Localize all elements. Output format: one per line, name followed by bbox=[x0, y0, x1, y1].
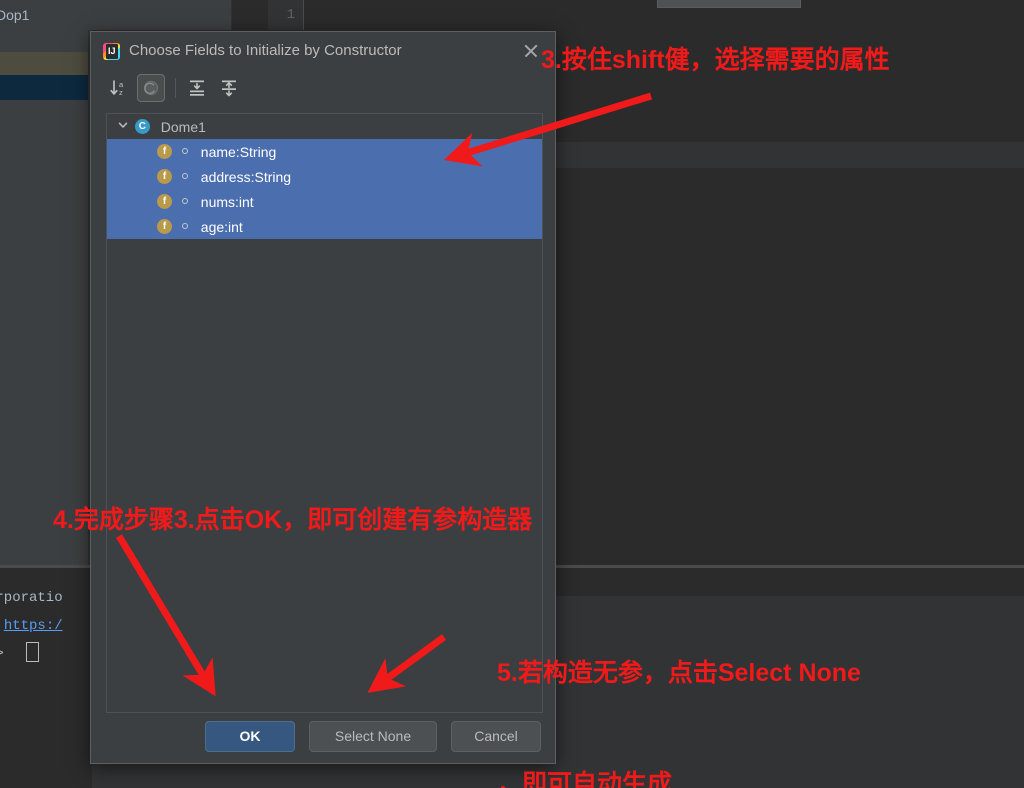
screen: Dop1 1 public class Dome1 { bbox=[0, 0, 1024, 788]
editor-tab-bar: Dop1 1 public class Dome1 { bbox=[0, 0, 1024, 53]
terminal-prompt: 1> bbox=[0, 646, 4, 662]
tree-row-field-nums[interactable]: f nums:int bbox=[107, 189, 542, 214]
line-number: 1 bbox=[286, 7, 295, 23]
choose-fields-dialog: Choose Fields to Initialize by Construct… bbox=[90, 31, 556, 764]
ok-button[interactable]: OK bbox=[205, 721, 295, 752]
field-icon: f bbox=[157, 193, 172, 209]
terminal-panel[interactable]: orporatio l https:/ 1> bbox=[0, 568, 92, 788]
editor-gutter: 1 bbox=[268, 0, 304, 30]
annotation-step-5-line-1: 5.若构造无参，点击Select None bbox=[497, 659, 861, 687]
class-icon: C bbox=[134, 118, 150, 134]
dialog-footer: OK Select None Cancel bbox=[91, 711, 555, 763]
annotation-step-5: 5.若构造无参，点击Select None ，即可自动生成 bbox=[497, 581, 861, 788]
visibility-icon bbox=[181, 223, 188, 229]
editor-tab-label: Dop1 bbox=[0, 7, 30, 23]
field-label: age:int bbox=[200, 218, 243, 235]
annotation-step-4: 4.完成步骤3.点击OK，即可创建有参构造器 bbox=[53, 506, 533, 534]
toolbar-separator bbox=[175, 78, 176, 98]
collapse-all-button[interactable] bbox=[215, 74, 243, 102]
dialog-title-bar[interactable]: Choose Fields to Initialize by Construct… bbox=[91, 32, 555, 70]
editor-tab[interactable]: Dop1 bbox=[0, 0, 232, 30]
tree-root-label: Dome1 bbox=[160, 118, 206, 135]
project-tool-window[interactable] bbox=[0, 30, 92, 565]
field-label: nums:int bbox=[200, 193, 254, 210]
annotation-step-5-line-2: ，即可自动生成 bbox=[497, 770, 673, 788]
tree-row-field-name[interactable]: f name:String bbox=[107, 139, 542, 164]
project-tree-row-highlighted[interactable] bbox=[0, 52, 92, 75]
project-tree-row-selected[interactable] bbox=[0, 75, 92, 100]
tree-row-class-dome1[interactable]: C Dome1 bbox=[107, 114, 542, 139]
field-icon: f bbox=[157, 143, 172, 159]
chevron-down-icon[interactable] bbox=[117, 112, 131, 137]
terminal-line-2: l https:/ bbox=[0, 618, 63, 634]
field-label: name:String bbox=[200, 143, 277, 160]
intellij-idea-icon bbox=[103, 43, 120, 60]
visibility-icon bbox=[181, 148, 188, 154]
terminal-url-link[interactable]: https:/ bbox=[4, 618, 63, 634]
visibility-icon bbox=[181, 173, 188, 179]
tree-row-field-address[interactable]: f address:String bbox=[107, 164, 542, 189]
dialog-title: Choose Fields to Initialize by Construct… bbox=[129, 42, 402, 59]
terminal-line-1: orporatio bbox=[0, 590, 63, 606]
field-icon: f bbox=[157, 218, 172, 234]
close-icon[interactable] bbox=[521, 41, 541, 61]
background-popup-tab bbox=[657, 0, 801, 8]
expand-all-button[interactable] bbox=[183, 74, 211, 102]
sort-alphabetically-button[interactable]: a z bbox=[105, 74, 133, 102]
svg-text:z: z bbox=[119, 88, 123, 97]
tab-bar-gap bbox=[232, 0, 268, 30]
show-static-fields-toggle[interactable] bbox=[137, 74, 165, 102]
fields-tree-list[interactable]: C Dome1 f name:String f address:String f… bbox=[106, 113, 543, 713]
annotation-step-3: 3.按住shift健，选择需要的属性 bbox=[541, 46, 890, 74]
field-label: address:String bbox=[200, 168, 292, 185]
field-icon: f bbox=[157, 168, 172, 184]
tree-row-field-age[interactable]: f age:int bbox=[107, 214, 542, 239]
visibility-icon bbox=[181, 198, 188, 204]
dialog-toolbar: a z bbox=[91, 70, 555, 106]
terminal-cursor bbox=[26, 642, 39, 662]
select-none-button[interactable]: Select None bbox=[309, 721, 437, 752]
